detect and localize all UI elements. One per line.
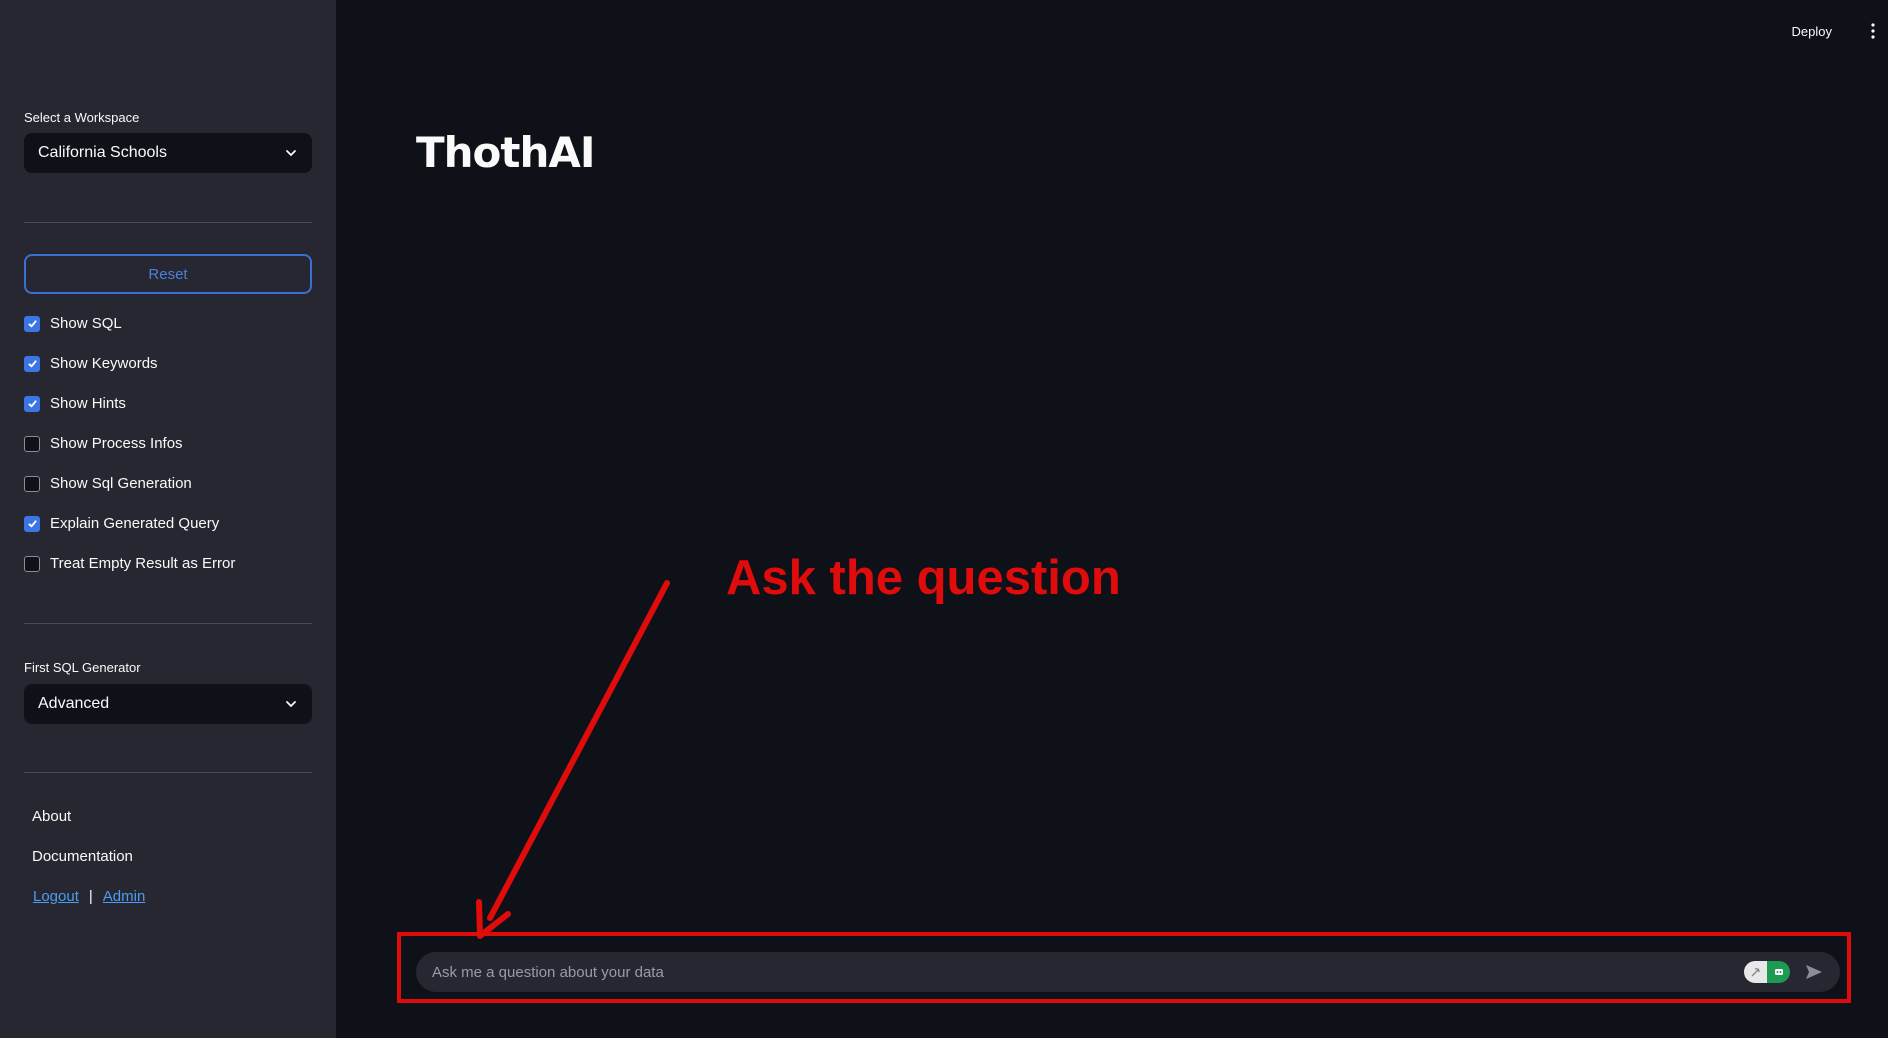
checkbox-label: Show SQL — [50, 315, 122, 332]
checkbox-treat-empty-result-as-error[interactable]: Treat Empty Result as Error — [24, 555, 235, 572]
logout-link[interactable]: Logout — [33, 888, 79, 905]
checkbox-show-hints[interactable]: Show Hints — [24, 395, 126, 412]
checkbox-checked-icon — [24, 395, 40, 412]
checkbox-unchecked-icon — [24, 435, 40, 452]
chat-input[interactable] — [432, 963, 1744, 981]
checkbox-label: Show Hints — [50, 395, 126, 412]
checkbox-show-process-infos[interactable]: Show Process Infos — [24, 435, 183, 452]
workspace-label: Select a Workspace — [24, 110, 140, 125]
checkbox-label: Treat Empty Result as Error — [50, 555, 236, 572]
annotation-text: Ask the question — [726, 551, 1121, 605]
chevron-down-icon — [286, 701, 296, 708]
checkbox-checked-icon — [24, 515, 40, 532]
checkbox-unchecked-icon — [24, 555, 40, 572]
checkbox-label: Show Sql Generation — [50, 475, 192, 492]
checkbox-show-sql-generation[interactable]: Show Sql Generation — [24, 475, 192, 492]
send-icon[interactable] — [1804, 962, 1824, 982]
chevron-down-icon — [286, 150, 296, 157]
vertical-dots-icon[interactable] — [1870, 22, 1876, 40]
chat-input-bar — [416, 952, 1840, 992]
checkbox-unchecked-icon — [24, 475, 40, 492]
sidebar-divider — [24, 623, 312, 624]
account-links: Logout | Admin — [33, 888, 145, 905]
reset-button[interactable]: Reset — [24, 254, 312, 294]
checkbox-label: Show Keywords — [50, 355, 158, 372]
checkbox-label: Show Process Infos — [50, 435, 183, 452]
link-separator: | — [88, 888, 93, 905]
sidebar-divider — [24, 222, 312, 223]
sidebar-divider — [24, 772, 312, 773]
generator-select-value: Advanced — [38, 695, 110, 712]
admin-link[interactable]: Admin — [103, 888, 146, 905]
checkbox-label: Explain Generated Query — [50, 515, 220, 532]
checkbox-checked-icon — [24, 315, 40, 332]
robot-icon — [1767, 961, 1790, 983]
generator-label: First SQL Generator — [24, 660, 141, 675]
checkbox-checked-icon — [24, 355, 40, 372]
checkbox-show-keywords[interactable]: Show Keywords — [24, 355, 158, 372]
feather-icon — [1744, 961, 1767, 983]
deploy-button[interactable]: Deploy — [1792, 24, 1832, 39]
checkbox-explain-generated-query[interactable]: Explain Generated Query — [24, 515, 219, 532]
app-root: Select a Workspace California Schools Re… — [0, 0, 1888, 1038]
sidebar: Select a Workspace California Schools Re… — [0, 0, 336, 1038]
page-title: ThothAI — [416, 128, 596, 177]
extension-badge[interactable] — [1744, 961, 1790, 983]
workspace-select-value: California Schools — [38, 144, 167, 161]
documentation-link[interactable]: Documentation — [32, 848, 133, 865]
about-link[interactable]: About — [32, 808, 71, 825]
generator-select[interactable]: Advanced — [24, 684, 312, 724]
workspace-select[interactable]: California Schools — [24, 133, 312, 173]
checkbox-show-sql[interactable]: Show SQL — [24, 315, 122, 332]
